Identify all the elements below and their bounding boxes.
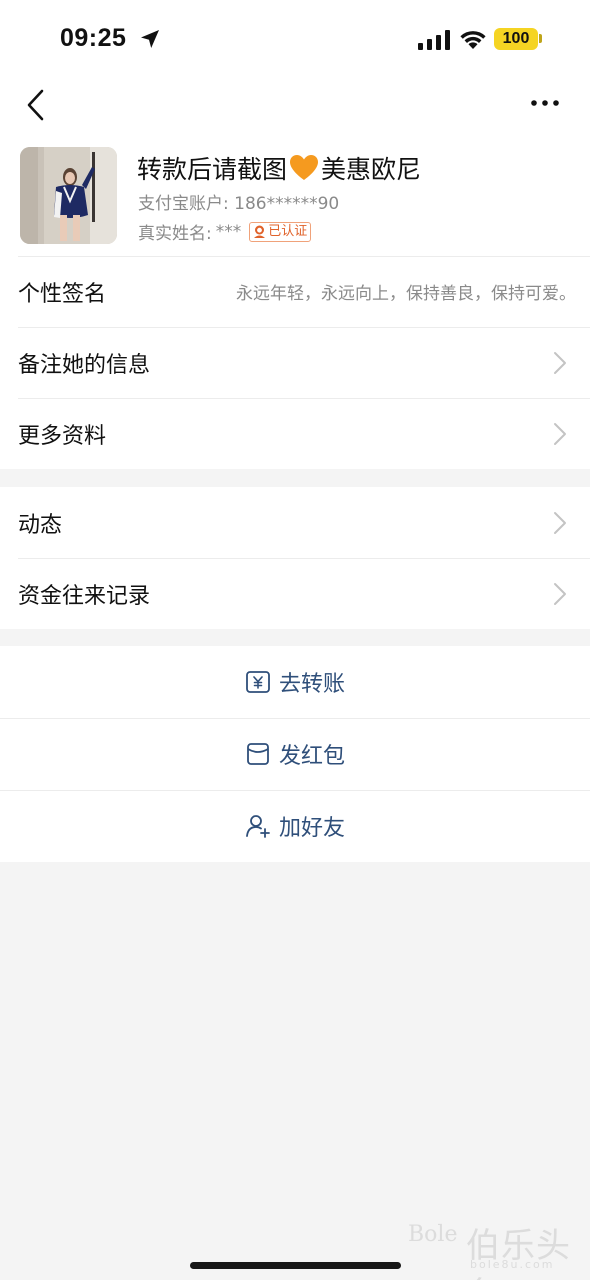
records-group: 动态 资金往来记录 xyxy=(0,487,590,629)
location-arrow-icon xyxy=(141,30,159,48)
red-envelope-icon xyxy=(247,743,269,765)
cellular-signal-icon xyxy=(418,30,450,50)
alipay-account: 支付宝账户: 186******90 xyxy=(138,189,339,214)
wifi-icon xyxy=(460,31,486,49)
chevron-right-icon xyxy=(554,351,566,374)
transfer-yuan-icon xyxy=(246,671,270,693)
real-name-label: 真实姓名: xyxy=(138,224,212,244)
nickname-text-suffix: 美惠欧尼 xyxy=(321,155,422,184)
status-time: 09:25 xyxy=(60,24,127,52)
nav-bar xyxy=(0,80,590,140)
actions-group: 去转账 发红包 加好友 xyxy=(0,646,590,862)
add-friend-label: 加好友 xyxy=(278,816,345,841)
ellipsis-icon[interactable] xyxy=(530,95,560,111)
chevron-right-icon xyxy=(554,511,566,534)
real-name-value: *** xyxy=(215,221,242,242)
moments-row[interactable]: 动态 xyxy=(0,487,590,558)
chevron-right-icon xyxy=(554,422,566,445)
real-name: 真实姓名: *** 已认证 xyxy=(138,219,312,244)
transfer-button-inner: 去转账 xyxy=(245,666,345,698)
remark-info-label: 备注她的信息 xyxy=(18,352,151,378)
add-friend-icon xyxy=(246,815,270,838)
verified-person-icon xyxy=(254,225,266,238)
more-profile-label: 更多资料 xyxy=(18,423,107,449)
info-group: 个性签名 永远年轻，永远向上，保持善良，保持可爱。 备注她的信息 更多资料 xyxy=(0,256,590,469)
account-label: 支付宝账户: xyxy=(138,194,229,214)
verified-badge-text: 已认证 xyxy=(268,223,308,239)
nickname-text-prefix: 转款后请截图 xyxy=(137,155,288,184)
orange-heart-icon xyxy=(290,155,319,180)
transfer-label: 去转账 xyxy=(278,672,345,697)
add-friend-button-inner: 加好友 xyxy=(245,810,345,842)
verified-badge: 已认证 xyxy=(249,221,312,242)
transaction-records-label: 资金往来记录 xyxy=(18,583,151,609)
transaction-records-row[interactable]: 资金往来记录 xyxy=(0,558,590,629)
transfer-button[interactable]: 去转账 xyxy=(0,646,590,718)
account-value: 186******90 xyxy=(234,194,340,214)
avatar[interactable] xyxy=(20,147,117,244)
signature-label: 个性签名 xyxy=(18,281,107,307)
red-envelope-button-inner: 发红包 xyxy=(245,738,345,770)
profile-header: 转款后请截图 美惠欧尼 支付宝账户: 186******90 真实姓名: ***… xyxy=(0,140,590,256)
moments-label: 动态 xyxy=(18,512,63,538)
more-profile-row[interactable]: 更多资料 xyxy=(0,398,590,469)
signature-value: 永远年轻，永远向上，保持善良，保持可爱。 xyxy=(236,284,576,304)
watermark-url: bole8u.com xyxy=(470,1258,555,1271)
signature-row[interactable]: 个性签名 永远年轻，永远向上，保持善良，保持可爱。 xyxy=(0,256,590,327)
remark-info-row[interactable]: 备注她的信息 xyxy=(0,327,590,398)
watermark-latin: Bole xyxy=(408,1222,458,1247)
chevron-left-icon[interactable] xyxy=(24,88,48,122)
red-envelope-button[interactable]: 发红包 xyxy=(0,718,590,790)
profile-nickname: 转款后请截图 美惠欧尼 xyxy=(137,150,421,186)
profile-page: 09:25 100 转款后请截图 美惠欧尼 支付宝账户: 186******90… xyxy=(0,0,590,1280)
red-envelope-label: 发红包 xyxy=(278,744,345,769)
battery-tip xyxy=(539,34,542,43)
chevron-right-icon xyxy=(554,582,566,605)
avatar-photo xyxy=(20,147,117,244)
status-bar: 09:25 100 xyxy=(0,0,590,80)
add-friend-button[interactable]: 加好友 xyxy=(0,790,590,862)
battery-icon: 100 xyxy=(494,28,538,50)
home-indicator[interactable] xyxy=(190,1262,401,1269)
